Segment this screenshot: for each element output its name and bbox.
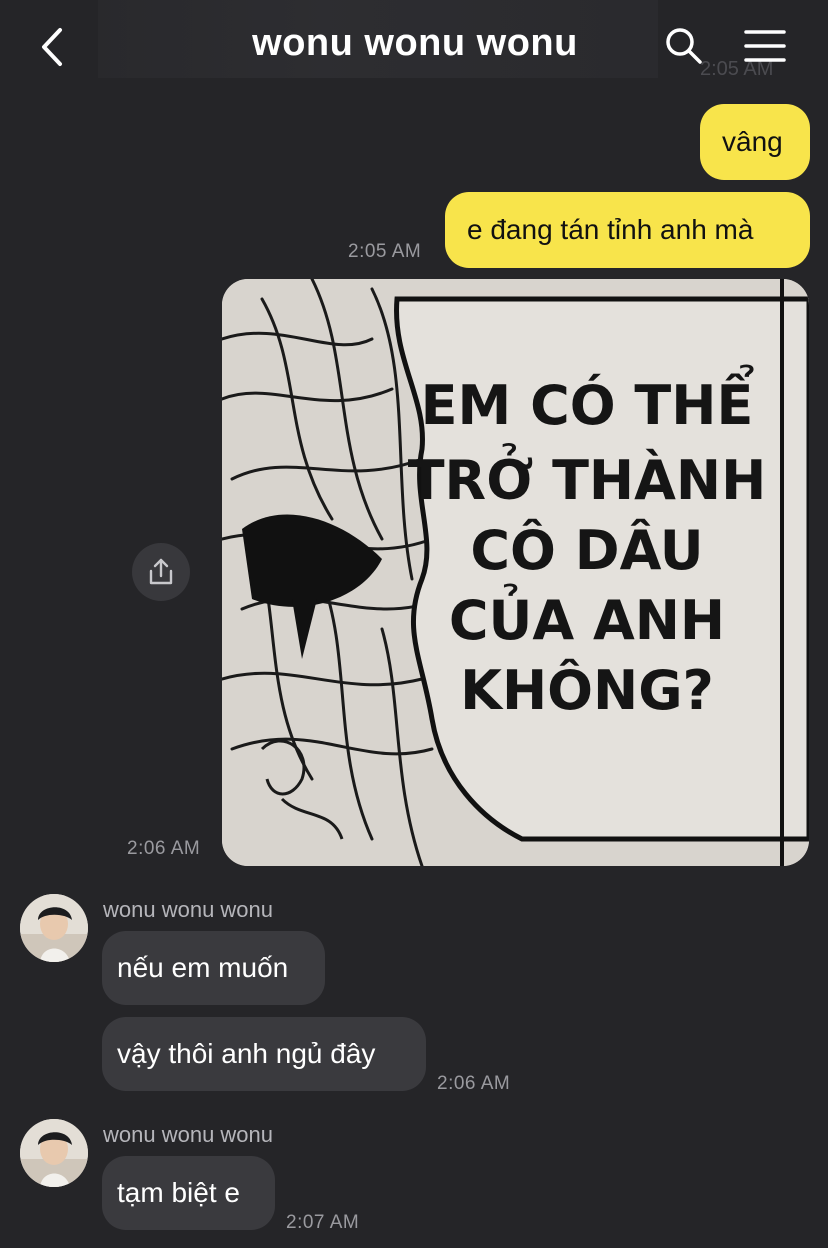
- outgoing-message-bubble[interactable]: vâng: [700, 104, 810, 180]
- incoming-message-bubble[interactable]: vậy thôi anh ngủ đây: [102, 1017, 426, 1091]
- manga-text-line: CỦA ANH: [449, 584, 725, 652]
- search-button[interactable]: [664, 26, 704, 66]
- message-timestamp: 2:06 AM: [127, 838, 201, 859]
- manga-text-line: CÔ DÂU: [470, 519, 703, 582]
- back-button[interactable]: [36, 26, 72, 68]
- message-text: vậy thôi anh ngủ đây: [117, 1038, 376, 1069]
- message-timestamp: 2:07 AM: [286, 1212, 360, 1233]
- chat-header: 2:05 AM wonu wonu wonu: [0, 0, 828, 92]
- menu-button[interactable]: [744, 28, 786, 64]
- incoming-message-bubble[interactable]: nếu em muốn: [102, 931, 325, 1005]
- manga-text-line: EM CÓ THỂ: [421, 365, 755, 437]
- search-icon: [666, 28, 702, 64]
- contact-avatar[interactable]: [20, 1119, 88, 1187]
- avatar-photo: [20, 1119, 88, 1187]
- incoming-message-bubble[interactable]: tạm biệt e: [102, 1156, 275, 1230]
- chat-screen: 2:05 AM wonu wonu wonu vâng 2:05 AM e đa…: [0, 0, 828, 1248]
- message-text: e đang tán tỉnh anh mà: [467, 214, 754, 245]
- sender-name: wonu wonu wonu: [103, 897, 274, 922]
- manga-panel-image: EM CÓ THỂ TRỞ THÀNH CÔ DÂU CỦA ANH KHÔNG…: [222, 279, 809, 866]
- image-message[interactable]: EM CÓ THỂ TRỞ THÀNH CÔ DÂU CỦA ANH KHÔNG…: [222, 279, 809, 866]
- share-upload-icon: [149, 558, 173, 585]
- hamburger-menu-icon: [744, 30, 786, 62]
- chat-title: wonu wonu wonu: [252, 22, 578, 64]
- chevron-left-icon: [42, 28, 62, 66]
- outgoing-message-bubble[interactable]: e đang tán tỉnh anh mà: [445, 192, 810, 268]
- manga-text-line: KHÔNG?: [460, 659, 714, 722]
- share-button[interactable]: [132, 543, 190, 601]
- message-text: vâng: [722, 126, 783, 157]
- message-timestamp: 2:06 AM: [437, 1073, 511, 1094]
- manga-text-line: TRỞ THÀNH: [408, 444, 767, 512]
- sender-name: wonu wonu wonu: [103, 1122, 274, 1147]
- contact-avatar[interactable]: [20, 894, 88, 962]
- message-timestamp: 2:05 AM: [348, 241, 422, 262]
- message-text: nếu em muốn: [117, 952, 289, 983]
- message-text: tạm biệt e: [117, 1177, 240, 1208]
- avatar-photo: [20, 894, 88, 962]
